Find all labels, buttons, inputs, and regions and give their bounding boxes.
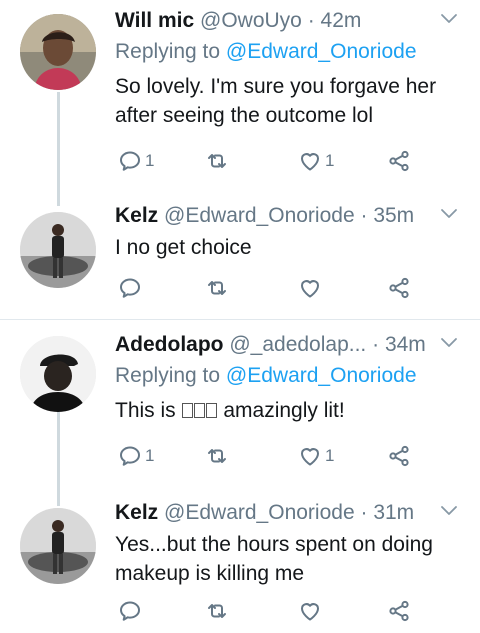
share-icon <box>387 444 411 468</box>
tweet-header: Kelz @Edward_Onoriode · 31m <box>115 500 464 526</box>
heart-icon <box>298 149 322 173</box>
heart-icon <box>298 599 322 623</box>
reply-button[interactable]: 1 <box>118 148 154 174</box>
author-handle[interactable]: @Edward_Onoriode <box>164 501 355 524</box>
author-handle[interactable]: @OwoUyo <box>200 9 302 32</box>
tweet-header: Kelz @Edward_Onoriode · 35m <box>115 203 464 229</box>
tweet-text-start: This is <box>115 399 182 422</box>
chevron-down-icon[interactable] <box>440 336 458 350</box>
tweet-text-end: amazingly lit! <box>217 399 345 422</box>
reply-button[interactable]: 1 <box>118 443 154 469</box>
chevron-down-icon[interactable] <box>440 12 458 26</box>
avatar-image <box>20 212 96 288</box>
author-handle[interactable]: @_adedolap... <box>229 333 366 356</box>
retweet-button[interactable] <box>205 598 229 624</box>
share-button[interactable] <box>387 443 411 469</box>
replying-to-label: Replying to <box>115 40 226 63</box>
author-name[interactable]: Kelz <box>115 204 158 227</box>
replying-to-label: Replying to <box>115 364 226 387</box>
chevron-down-icon[interactable] <box>440 207 458 221</box>
emoji-placeholder-icon <box>193 403 205 418</box>
replying-to: Replying to @Edward_Onoriode <box>115 362 464 390</box>
tweet[interactable]: Will mic @OwoUyo · 42m Replying to @Edwa… <box>0 0 480 195</box>
retweet-icon <box>205 276 229 300</box>
reply-icon <box>118 444 142 468</box>
author-handle[interactable]: @Edward_Onoriode <box>164 204 355 227</box>
author-name[interactable]: Will mic <box>115 9 194 32</box>
author-name[interactable]: Kelz <box>115 501 158 524</box>
timestamp[interactable]: 31m <box>373 501 414 524</box>
avatar[interactable] <box>20 14 96 90</box>
like-button[interactable]: 1 <box>298 148 334 174</box>
heart-icon <box>298 444 322 468</box>
reply-button[interactable] <box>118 275 142 301</box>
retweet-button[interactable] <box>205 275 229 301</box>
like-button[interactable]: 1 <box>298 443 334 469</box>
timestamp[interactable]: 42m <box>321 9 362 32</box>
retweet-button[interactable] <box>205 443 229 469</box>
avatar-image <box>20 508 96 584</box>
share-button[interactable] <box>387 148 411 174</box>
emoji-placeholder-icon <box>205 403 217 418</box>
emoji-placeholder-icon <box>181 403 193 418</box>
avatar[interactable] <box>20 508 96 584</box>
tweet-text: So lovely. I'm sure you forgave her afte… <box>115 75 437 127</box>
share-button[interactable] <box>387 275 411 301</box>
share-icon <box>387 276 411 300</box>
reply-count: 1 <box>145 446 155 465</box>
mention-link[interactable]: @Edward_Onoriode <box>226 364 417 387</box>
avatar-image <box>20 336 96 412</box>
tweet-header: Will mic @OwoUyo · 42m <box>115 8 464 34</box>
avatar[interactable] <box>20 212 96 288</box>
reply-count: 1 <box>145 151 155 170</box>
like-button[interactable] <box>298 598 322 624</box>
reply-button[interactable] <box>118 598 142 624</box>
chevron-down-icon[interactable] <box>440 504 458 518</box>
tweet[interactable]: Kelz @Edward_Onoriode · 31m Yes...but th… <box>0 492 480 633</box>
tweet-text: Yes...but the hours spent on doing makeu… <box>115 533 433 585</box>
tweet-text: This is amazingly lit! <box>115 396 464 425</box>
timestamp[interactable]: 35m <box>373 204 414 227</box>
reply-icon <box>118 149 142 173</box>
reply-icon <box>118 599 142 623</box>
retweet-button[interactable] <box>205 148 229 174</box>
tweet[interactable]: Adedolapo @_adedolap... · 34m Replying t… <box>0 320 480 492</box>
tweet[interactable]: Kelz @Edward_Onoriode · 35m I no get cho… <box>0 195 480 319</box>
separator-dot: · <box>307 9 315 32</box>
reply-icon <box>118 276 142 300</box>
separator-dot: · <box>360 204 368 227</box>
like-count: 1 <box>325 446 335 465</box>
author-name[interactable]: Adedolapo <box>115 333 224 356</box>
replying-to: Replying to @Edward_Onoriode <box>115 38 464 66</box>
tweet-header: Adedolapo @_adedolap... · 34m <box>115 332 464 358</box>
like-count: 1 <box>325 151 335 170</box>
mention-link[interactable]: @Edward_Onoriode <box>226 40 417 63</box>
share-icon <box>387 149 411 173</box>
avatar[interactable] <box>20 336 96 412</box>
like-button[interactable] <box>298 275 322 301</box>
separator-dot: · <box>372 333 380 356</box>
retweet-icon <box>205 599 229 623</box>
separator-dot: · <box>360 501 368 524</box>
avatar-image <box>20 14 96 90</box>
retweet-icon <box>205 444 229 468</box>
tweet-text: I no get choice <box>115 236 252 259</box>
share-icon <box>387 599 411 623</box>
timestamp[interactable]: 34m <box>385 333 426 356</box>
heart-icon <box>298 276 322 300</box>
retweet-icon <box>205 149 229 173</box>
share-button[interactable] <box>387 598 411 624</box>
